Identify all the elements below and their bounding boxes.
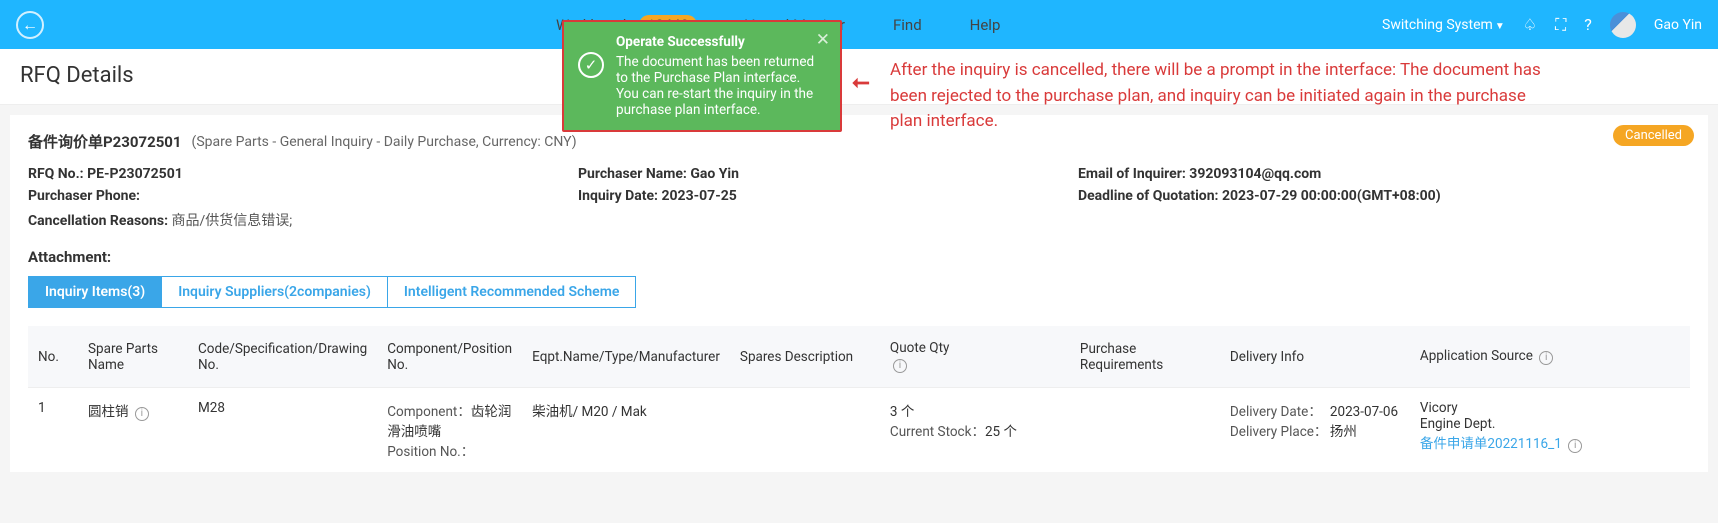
status-badge: Cancelled [1613, 125, 1694, 146]
chevron-down-icon: ▼ [1495, 21, 1505, 32]
fullscreen-icon[interactable]: ⛶ [1555, 15, 1566, 35]
annotation-text: After the inquiry is cancelled, there wi… [890, 58, 1550, 135]
col-appsrc: Application Source i [1410, 326, 1690, 388]
rfq-no: RFQ No.: PE-P23072501 [28, 166, 578, 182]
tabs: Inquiry Items(3) Inquiry Suppliers(2comp… [28, 276, 636, 308]
col-component: Component/Position No. [377, 326, 522, 388]
doc-id: 备件询价单P23072501 [28, 131, 182, 152]
bell-icon[interactable]: ♤ [1523, 15, 1537, 34]
switching-system-dropdown[interactable]: Switching System▼ [1382, 17, 1505, 33]
nav-find[interactable]: Find [893, 16, 922, 34]
tab-intelligent-scheme[interactable]: Intelligent Recommended Scheme [388, 277, 635, 307]
col-desc: Spares Description [730, 326, 880, 388]
tab-inquiry-suppliers[interactable]: Inquiry Suppliers(2companies) [162, 277, 388, 307]
annotation-arrow-icon: ⭠ [852, 70, 870, 95]
avatar [1610, 12, 1636, 38]
items-table: No. Spare Parts Name Code/Specification/… [28, 326, 1690, 472]
tab-inquiry-items[interactable]: Inquiry Items(3) [29, 277, 162, 307]
doc-desc: (Spare Parts - General Inquiry - Daily P… [192, 134, 577, 150]
info-icon[interactable]: i [135, 407, 149, 421]
col-qty: Quote Qtyi [880, 326, 1070, 388]
rfq-card: Cancelled 备件询价单P23072501 (Spare Parts - … [10, 115, 1708, 472]
cell-req [1070, 388, 1220, 473]
app-source-link[interactable]: 备件申请单20221116_1 i [1420, 436, 1582, 452]
success-toast: ✓ Operate Successfully The document has … [562, 20, 842, 132]
col-delivery: Delivery Info [1220, 326, 1410, 388]
attachment-label: Attachment: [28, 248, 1690, 266]
col-code: Code/Specification/Drawing No. [188, 326, 377, 388]
inquirer-email: Email of Inquirer: 392093104@qq.com [1078, 166, 1690, 182]
info-grid: RFQ No.: PE-P23072501 Purchaser Name: Ga… [28, 166, 1690, 230]
cell-delivery: Delivery Date：2023-07-06 Delivery Place：… [1220, 388, 1410, 473]
info-icon[interactable]: i [1539, 351, 1553, 365]
purchaser-phone: Purchaser Phone: [28, 188, 578, 204]
deadline: Deadline of Quotation: 2023-07-29 00:00:… [1078, 188, 1690, 204]
toast-title: Operate Successfully [616, 34, 826, 50]
purchaser-name: Purchaser Name: Gao Yin [578, 166, 1078, 182]
close-icon[interactable]: ✕ [816, 30, 830, 50]
cancel-reason: Cancellation Reasons: 商品/供货信息错误; [28, 210, 1690, 230]
col-no: No. [28, 326, 78, 388]
check-icon: ✓ [578, 52, 604, 78]
cell-eqpt: 柴油机/ M20 / Mak [522, 388, 730, 473]
info-icon[interactable]: i [893, 359, 907, 373]
table-row: 1 圆柱销 i M28 Component：齿轮润滑油喷嘴 Position N… [28, 388, 1690, 473]
cell-qty: 3 个 Current Stock：25 个 [880, 388, 1070, 473]
col-spare-name: Spare Parts Name [78, 326, 188, 388]
inquiry-date: Inquiry Date: 2023-07-25 [578, 188, 1078, 204]
col-req: Purchase Requirements [1070, 326, 1220, 388]
toast-body: The document has been returned to the Pu… [616, 54, 826, 118]
cell-name: 圆柱销 i [78, 388, 188, 473]
cell-desc [730, 388, 880, 473]
info-icon[interactable]: i [1568, 439, 1582, 453]
cell-appsrc: Vicory Engine Dept. 备件申请单20221116_1 i [1410, 388, 1690, 473]
topbar: ← Workbench 10443 Vessel Monitor Find He… [0, 0, 1718, 49]
username-label[interactable]: Gao Yin [1654, 17, 1702, 33]
help-icon[interactable]: ? [1584, 15, 1592, 34]
back-button[interactable]: ← [16, 11, 44, 39]
col-eqpt: Eqpt.Name/Type/Manufacturer [522, 326, 730, 388]
cell-code: M28 [188, 388, 377, 473]
cell-component: Component：齿轮润滑油喷嘴 Position No.： [377, 388, 522, 473]
nav-help[interactable]: Help [970, 16, 1001, 34]
cell-no: 1 [28, 388, 78, 473]
